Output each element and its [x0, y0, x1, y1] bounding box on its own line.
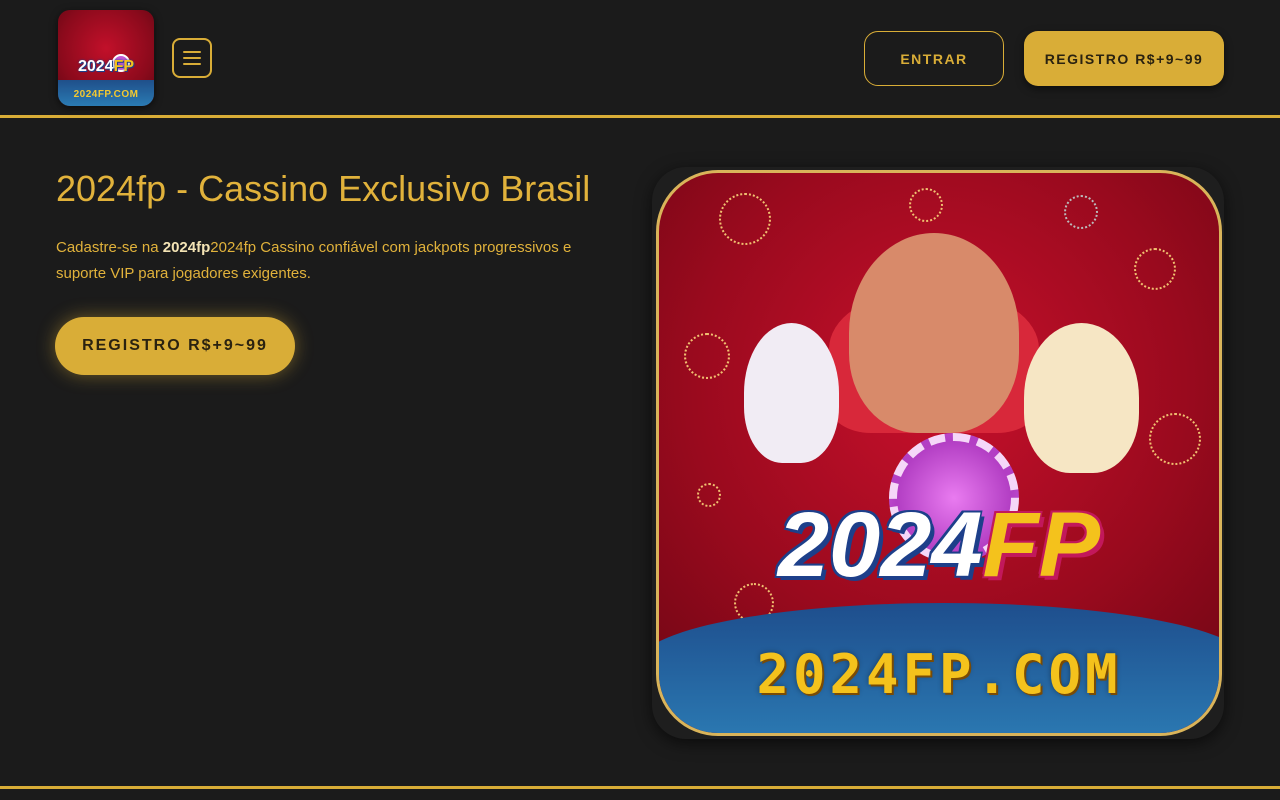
- firework-icon: [909, 188, 943, 222]
- logo-brand-text: 2024FP: [77, 58, 135, 75]
- bull-mascot: [849, 233, 1019, 433]
- register-button-hero[interactable]: REGISTRO R$+9~99: [55, 317, 295, 375]
- hero-description: Cadastre-se na 2024fp2024fp Cassino conf…: [56, 239, 572, 282]
- tiger-mascot: [1024, 323, 1139, 473]
- hamburger-menu-button[interactable]: [172, 38, 212, 78]
- firework-icon: [719, 193, 771, 245]
- footer-divider: [0, 786, 1280, 789]
- banner-brand-text: 2024FP: [777, 494, 1101, 596]
- hero-description-brand: 2024fp: [162, 239, 211, 256]
- banner-domain-text: 2024FP.COM: [756, 643, 1122, 706]
- login-button[interactable]: ENTRAR: [864, 31, 1004, 86]
- hero-banner-art: 2024FP 2024FP.COM: [656, 170, 1222, 736]
- site-logo[interactable]: 2024FP 2024FP.COM: [58, 10, 154, 106]
- register-button-header[interactable]: REGISTRO R$+9~99: [1024, 31, 1224, 86]
- logo-domain-text: 2024FP.COM: [73, 89, 139, 100]
- rabbit-mascot: [744, 323, 839, 463]
- hamburger-menu-icon: [183, 51, 201, 53]
- firework-icon: [684, 333, 730, 379]
- firework-icon: [1149, 413, 1201, 465]
- site-header: 2024FP 2024FP.COM ENTRAR REGISTRO R$+9~9…: [0, 0, 1280, 118]
- firework-icon: [1134, 248, 1176, 290]
- hero-banner-image: 2024FP 2024FP.COM: [652, 167, 1224, 739]
- firework-icon: [1064, 195, 1098, 229]
- hero-title: 2024fp - Cassino Exclusivo Brasil: [56, 168, 591, 209]
